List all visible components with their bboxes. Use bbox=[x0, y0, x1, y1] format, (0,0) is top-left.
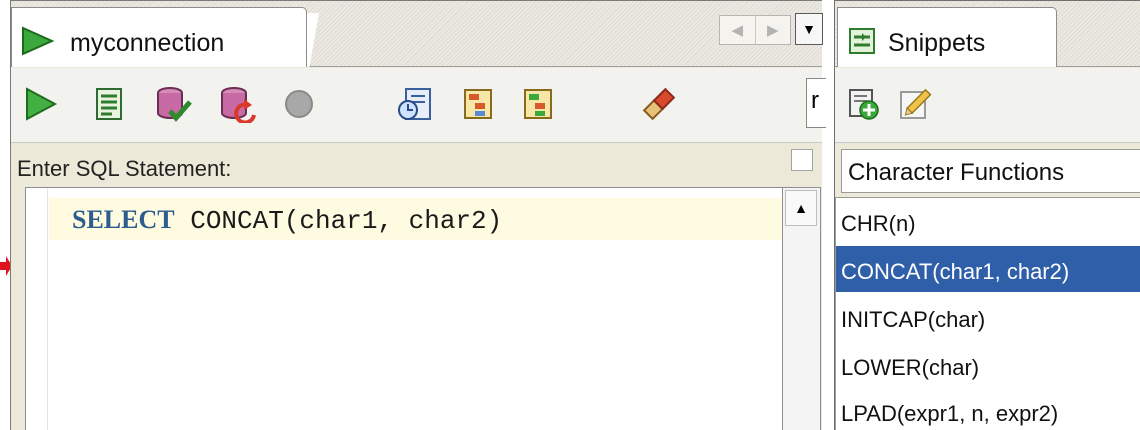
tab-myconnection[interactable]: myconnection bbox=[11, 7, 307, 67]
cancel-button[interactable] bbox=[277, 82, 321, 126]
tab-navigation: ◀ ▶ bbox=[719, 15, 791, 45]
sql-editor[interactable]: SELECT CONCAT(char1, char2) bbox=[25, 187, 783, 430]
rollback-button[interactable] bbox=[215, 82, 259, 126]
snippet-item-initcap[interactable]: INITCAP(char) bbox=[836, 294, 1140, 340]
connection-play-icon bbox=[22, 26, 55, 56]
eraser-icon bbox=[642, 87, 676, 121]
snippets-tabstrip: Snippets bbox=[835, 1, 1140, 67]
run-script-icon bbox=[96, 88, 122, 120]
explain-plan-icon bbox=[464, 89, 492, 119]
edit-snippet-button[interactable] bbox=[893, 82, 937, 126]
history-icon bbox=[398, 88, 431, 120]
snippet-category-select[interactable]: Character Functions bbox=[841, 149, 1140, 193]
tab-snippets[interactable]: Snippets bbox=[837, 7, 1057, 67]
snippets-tab-label: Snippets bbox=[888, 29, 986, 57]
edit-snippet-icon bbox=[900, 88, 932, 119]
snippet-list: CHR(n) CONCAT(char1, char2) INITCAP(char… bbox=[835, 197, 1140, 430]
snippets-toolbar bbox=[835, 68, 1140, 143]
snippet-item-lower[interactable]: LOWER(char) bbox=[836, 342, 1140, 388]
run-icon bbox=[26, 87, 58, 121]
sql-worksheet-panel: myconnection ◀ ▶ ▼ r Enter SQL Statement… bbox=[10, 0, 826, 430]
editor-scrollbar[interactable]: ▲ bbox=[783, 187, 821, 430]
sql-statement-label: Enter SQL Statement: bbox=[17, 156, 232, 181]
sql-code-line: SELECT CONCAT(char1, char2) bbox=[72, 205, 502, 236]
autotrace-button[interactable] bbox=[517, 82, 561, 126]
autotrace-icon bbox=[524, 89, 552, 119]
worksheet-tabstrip: myconnection ◀ ▶ ▼ bbox=[11, 1, 823, 67]
worksheet-toolbar: r bbox=[11, 68, 826, 143]
scroll-up-button[interactable]: ▲ bbox=[785, 190, 817, 226]
sql-keyword: SELECT bbox=[72, 205, 175, 234]
rollback-icon bbox=[221, 87, 256, 123]
snippet-item-chr[interactable]: CHR(n) bbox=[836, 198, 1140, 244]
sql-history-button[interactable] bbox=[393, 82, 437, 126]
clear-button[interactable] bbox=[637, 82, 681, 126]
tab-list-dropdown-button[interactable]: ▼ bbox=[795, 13, 823, 45]
editor-gutter bbox=[26, 188, 48, 430]
tab-edge bbox=[307, 13, 327, 67]
run-statement-button[interactable] bbox=[19, 82, 63, 126]
explain-plan-button[interactable] bbox=[457, 82, 501, 126]
snippets-panel: Snippets Character Functions CHR(n) CONC… bbox=[834, 0, 1140, 430]
add-snippet-icon bbox=[849, 89, 879, 120]
scroll-right-button[interactable]: ▶ bbox=[756, 16, 791, 44]
scroll-left-button[interactable]: ◀ bbox=[720, 16, 756, 44]
commit-icon bbox=[157, 87, 192, 122]
maximize-checkbox[interactable] bbox=[791, 149, 813, 171]
snippet-item-concat[interactable]: CONCAT(char1, char2) bbox=[836, 246, 1140, 292]
snippets-icon bbox=[849, 28, 875, 54]
sql-expression: CONCAT(char1, char2) bbox=[174, 206, 503, 236]
commit-button[interactable] bbox=[151, 82, 195, 126]
cancel-icon bbox=[285, 90, 313, 118]
add-snippet-button[interactable] bbox=[841, 82, 885, 126]
snippet-item-lpad[interactable]: LPAD(expr1, n, expr2) bbox=[836, 388, 1140, 430]
overflow-tab[interactable]: r bbox=[806, 78, 826, 128]
tab-label: myconnection bbox=[70, 29, 225, 57]
run-script-button[interactable] bbox=[87, 82, 131, 126]
